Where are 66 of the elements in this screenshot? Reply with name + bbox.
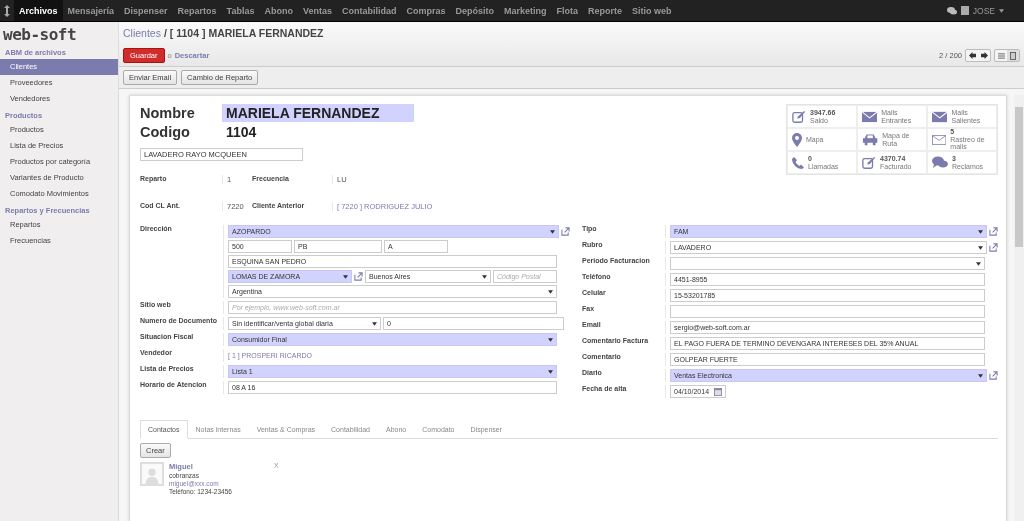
breadcrumb-link[interactable]: Clientes bbox=[123, 27, 161, 39]
previous-button[interactable] bbox=[966, 50, 978, 61]
menu-item[interactable]: Contabilidad bbox=[336, 0, 402, 21]
input-field[interactable] bbox=[670, 305, 985, 318]
caret-icon bbox=[550, 229, 555, 234]
external-link-icon[interactable] bbox=[561, 227, 570, 236]
avatar-icon bbox=[960, 6, 969, 15]
edit-icon bbox=[792, 109, 806, 124]
view-switch-button[interactable] bbox=[1007, 50, 1019, 61]
envelope-icon bbox=[932, 133, 947, 146]
scrollbar[interactable] bbox=[1014, 95, 1024, 521]
car-icon bbox=[862, 133, 879, 146]
caret-icon bbox=[978, 245, 983, 250]
edit-icon bbox=[862, 155, 876, 170]
menu-item[interactable]: Flota bbox=[551, 0, 583, 21]
map-pin-icon bbox=[792, 132, 802, 147]
menu-item[interactable]: Mensajería bbox=[62, 0, 120, 21]
move-icon[interactable] bbox=[4, 4, 10, 17]
breadcrumb-current: [ 1104 ] MARIELA FERNANDEZ bbox=[169, 27, 324, 39]
right-arrow-icon bbox=[980, 52, 988, 59]
code-value: 1104 bbox=[225, 124, 258, 140]
menu-item[interactable]: Tablas bbox=[221, 0, 260, 21]
chat-icon bbox=[932, 156, 948, 169]
name-label: Nombre bbox=[140, 105, 196, 121]
caret-icon bbox=[978, 229, 983, 234]
external-link-icon[interactable] bbox=[989, 371, 998, 380]
chat-icon[interactable] bbox=[946, 6, 957, 15]
calendar-icon[interactable] bbox=[714, 387, 722, 396]
caret-icon bbox=[548, 337, 553, 342]
list-icon bbox=[997, 52, 1005, 59]
menu-item[interactable]: Archivos bbox=[14, 0, 63, 21]
caret-icon bbox=[978, 373, 983, 378]
caret-icon bbox=[548, 289, 553, 294]
mail-icon bbox=[932, 110, 948, 123]
breadcrumb-separator: / bbox=[163, 27, 167, 39]
dropdown-field[interactable] bbox=[670, 257, 985, 270]
menu-item[interactable]: Depósito bbox=[450, 0, 499, 21]
scrollbar-thumb[interactable] bbox=[1015, 107, 1023, 247]
view-switch-button[interactable] bbox=[995, 50, 1007, 61]
menu-item[interactable]: Compras bbox=[401, 0, 451, 21]
menu-item[interactable]: Sitio web bbox=[627, 0, 677, 21]
caret-icon bbox=[976, 261, 981, 266]
caret-icon[interactable] bbox=[999, 8, 1004, 13]
caret-icon bbox=[343, 274, 348, 279]
form-icon bbox=[1010, 51, 1016, 60]
logo[interactable]: web-soft bbox=[0, 22, 118, 44]
external-link-icon[interactable] bbox=[989, 227, 998, 236]
menu-item[interactable]: Repartos bbox=[172, 0, 222, 21]
user-menu[interactable]: JOSE bbox=[972, 5, 995, 16]
caret-icon bbox=[372, 321, 377, 326]
next-button[interactable] bbox=[978, 50, 990, 61]
menu-item[interactable]: Marketing bbox=[499, 0, 552, 21]
name-field[interactable]: MARIELA FERNANDEZ bbox=[222, 104, 414, 122]
menu-item[interactable]: Abono bbox=[259, 0, 298, 21]
avatar-placeholder-icon bbox=[140, 462, 164, 486]
caret-icon bbox=[482, 274, 487, 279]
caret-icon bbox=[548, 369, 553, 374]
external-link-icon[interactable] bbox=[354, 272, 363, 281]
menu-item[interactable]: Reporte bbox=[583, 0, 628, 21]
code-label: Codigo bbox=[140, 124, 191, 140]
left-arrow-icon bbox=[968, 52, 976, 59]
menu-item[interactable]: Dispenser bbox=[119, 0, 173, 21]
menu-item[interactable]: Ventas bbox=[297, 0, 337, 21]
phone-icon bbox=[792, 156, 804, 169]
external-link-icon[interactable] bbox=[989, 243, 998, 252]
mail-icon bbox=[862, 110, 878, 123]
